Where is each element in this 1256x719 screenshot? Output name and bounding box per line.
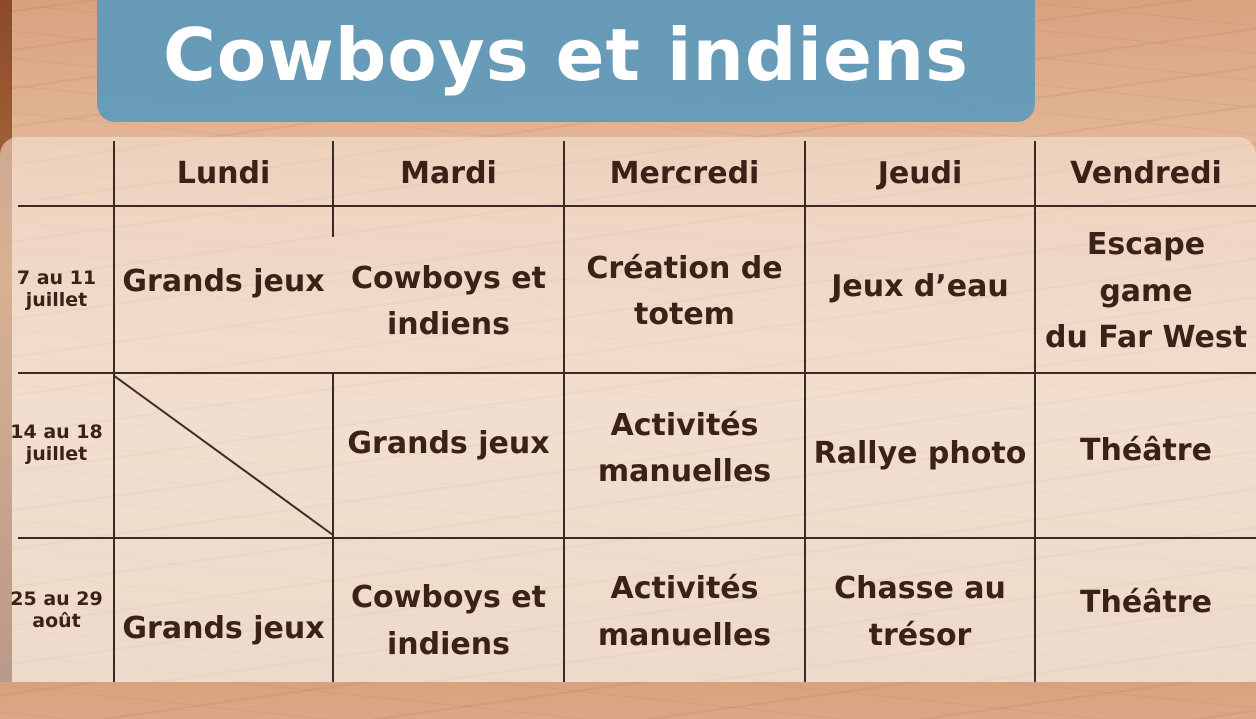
- header-jeudi: Jeudi: [877, 155, 963, 191]
- activity-cell: Chasse au trésor: [834, 571, 1006, 653]
- week-label: 25 au 29 août: [10, 587, 103, 632]
- activity-cell: Activités manuelles: [597, 571, 772, 653]
- activity-cell: Grands jeux: [122, 263, 325, 299]
- week-label: 7 au 11 juillet: [16, 266, 97, 311]
- activity-cell: Cowboys et indiens: [351, 260, 546, 343]
- header-vendredi: Vendredi: [1070, 155, 1222, 191]
- header-lundi: Lundi: [176, 155, 271, 191]
- header-mardi: Mardi: [400, 155, 497, 191]
- activity-cell: Jeux d’eau: [831, 268, 1009, 304]
- title-banner: Cowboys et indiens: [97, 0, 1035, 122]
- activity-cell: Théâtre: [1080, 433, 1212, 469]
- activity-cell: Rallye photo: [813, 435, 1027, 471]
- page-title: Cowboys et indiens: [162, 13, 970, 97]
- activity-cell: Création de totem: [586, 250, 783, 333]
- activity-cell: Théâtre: [1080, 584, 1212, 620]
- activity-cell: Cowboys et indiens: [351, 580, 546, 662]
- activity-cell: Activités manuelles: [597, 407, 772, 490]
- activity-cell: Grands jeux: [122, 610, 325, 646]
- header-mercredi: Mercredi: [609, 155, 760, 191]
- activity-cell: Grands jeux: [347, 425, 550, 461]
- activity-cell: Escape game du Far West: [1044, 227, 1248, 356]
- week-label: 14 au 18 juillet: [10, 421, 103, 465]
